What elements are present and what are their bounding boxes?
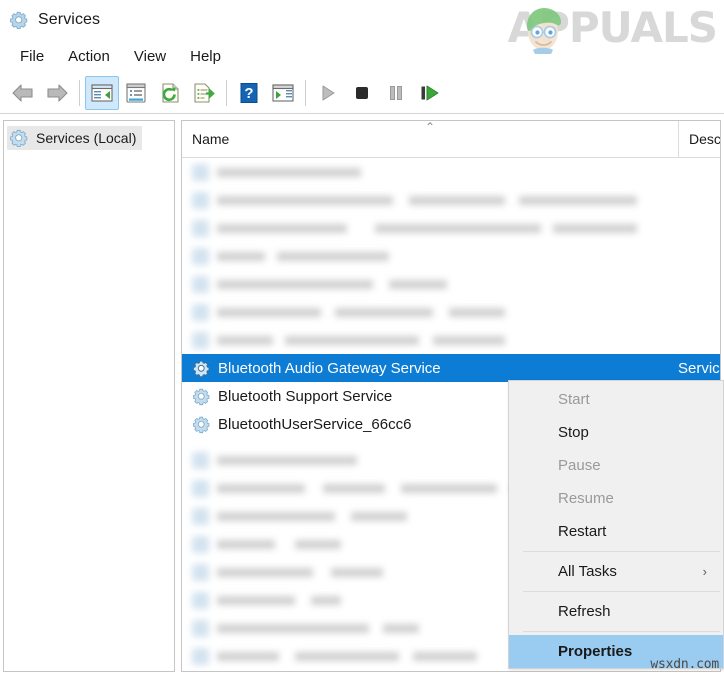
site-watermark: wsxdn.com <box>650 657 719 672</box>
menu-file[interactable]: File <box>8 46 56 67</box>
toolbar-separator-1 <box>79 80 80 106</box>
gear-icon <box>192 303 209 321</box>
column-header-description-label: Descri <box>689 131 721 147</box>
gear-icon <box>192 387 211 406</box>
gear-icon <box>192 275 209 293</box>
column-header-description[interactable]: Descri <box>678 121 720 157</box>
toolbar-separator-2 <box>226 80 227 106</box>
svg-text:?: ? <box>244 85 253 102</box>
gear-icon <box>192 331 209 349</box>
service-name: BluetoothUserService_66cc6 <box>218 415 412 433</box>
show-action-pane-icon[interactable] <box>266 76 300 110</box>
menu-bar: File Action View Help <box>0 40 724 73</box>
blurred-rows-above <box>182 158 720 354</box>
list-item[interactable] <box>182 186 720 214</box>
help-icon[interactable]: ? <box>232 76 266 110</box>
menu-action[interactable]: Action <box>56 46 122 67</box>
context-menu-item-restart[interactable]: Restart <box>509 515 723 548</box>
stop-service-icon[interactable] <box>345 76 379 110</box>
context-menu-item-refresh[interactable]: Refresh <box>509 595 723 628</box>
context-menu-item-resume[interactable]: Resume <box>509 482 723 515</box>
gear-icon <box>192 479 209 497</box>
context-menu-item-all-tasks-label: All Tasks <box>558 563 617 580</box>
context-menu-item-start[interactable]: Start <box>509 383 723 416</box>
service-name: Bluetooth Support Service <box>218 387 393 405</box>
gear-icon <box>192 535 209 553</box>
gear-icon <box>192 507 209 525</box>
gear-icon <box>192 591 209 609</box>
export-list-icon[interactable] <box>187 76 221 110</box>
gear-icon <box>192 451 209 469</box>
context-menu-item-stop[interactable]: Stop <box>509 416 723 449</box>
forward-arrow-icon[interactable] <box>40 76 74 110</box>
list-item[interactable] <box>182 326 720 354</box>
gear-icon <box>9 10 29 30</box>
gear-icon <box>192 191 209 209</box>
sidebar-item-services-local[interactable]: Services (Local) <box>7 126 143 150</box>
table-row[interactable]: Bluetooth Audio Gateway Service Servic <box>182 354 720 382</box>
show-hide-console-tree-icon[interactable] <box>85 76 119 110</box>
pause-service-icon[interactable] <box>379 76 413 110</box>
list-item[interactable] <box>182 158 720 186</box>
gear-icon <box>192 219 209 237</box>
chevron-right-icon: › <box>702 564 707 579</box>
restart-service-icon[interactable] <box>413 76 447 110</box>
console-tree-pane: Services (Local) <box>3 120 175 672</box>
list-item[interactable] <box>182 242 720 270</box>
gear-icon <box>192 619 209 637</box>
service-name: Bluetooth Audio Gateway Service <box>218 359 441 377</box>
toolbar-separator-3 <box>305 80 306 106</box>
list-item[interactable] <box>182 214 720 242</box>
list-item[interactable] <box>182 298 720 326</box>
gear-icon <box>192 163 209 181</box>
context-menu: Start Stop Pause Resume Restart All Task… <box>508 380 724 669</box>
sort-ascending-icon: ⌃ <box>425 120 436 134</box>
gear-icon <box>192 563 209 581</box>
gear-icon <box>192 247 209 265</box>
gear-icon <box>192 647 209 665</box>
toolbar: ? <box>0 73 724 114</box>
context-menu-separator-1 <box>523 551 720 552</box>
sidebar-item-label: Services (Local) <box>36 130 137 146</box>
context-menu-separator-2 <box>523 591 720 592</box>
gear-icon <box>192 359 211 378</box>
menu-help[interactable]: Help <box>178 46 233 67</box>
window-title: Services <box>38 11 101 28</box>
column-header-name-label: Name <box>192 131 230 147</box>
title-bar: Services <box>0 0 724 40</box>
context-menu-item-all-tasks[interactable]: All Tasks › <box>509 555 723 588</box>
start-service-icon[interactable] <box>311 76 345 110</box>
list-item[interactable] <box>182 270 720 298</box>
menu-view[interactable]: View <box>122 46 178 67</box>
refresh-icon[interactable] <box>153 76 187 110</box>
context-menu-separator-3 <box>523 631 720 632</box>
gear-icon <box>192 415 211 434</box>
back-arrow-icon[interactable] <box>6 76 40 110</box>
service-description: Servic <box>678 359 720 377</box>
list-column-header: Name ⌃ Descri <box>182 121 720 158</box>
context-menu-item-pause[interactable]: Pause <box>509 449 723 482</box>
gear-icon <box>9 128 29 148</box>
properties-window-icon[interactable] <box>119 76 153 110</box>
